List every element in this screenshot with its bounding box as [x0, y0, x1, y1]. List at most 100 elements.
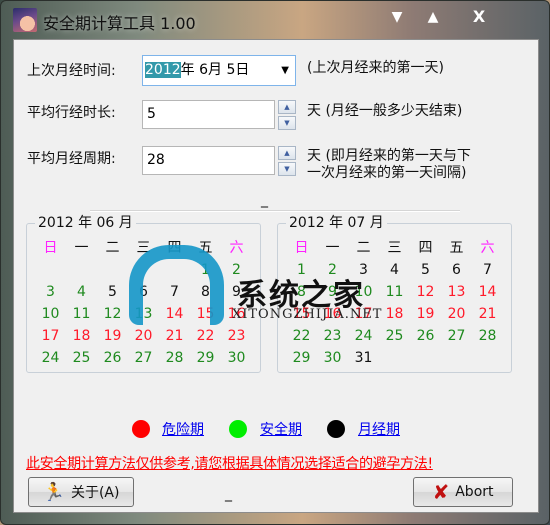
calendar-day-danger: 17	[354, 306, 373, 322]
calendar-day-safe: 23	[323, 328, 342, 344]
maximize-button[interactable]: ▲	[420, 7, 446, 27]
last-period-date-picker[interactable]: 2012年 6月 5日 ▼	[142, 55, 296, 86]
weekday-header: 四	[167, 240, 182, 256]
empty-cell	[97, 259, 128, 281]
legend-period-link[interactable]: 月经期	[358, 419, 400, 439]
abort-button-label: Abort	[455, 484, 494, 500]
spin-down-icon[interactable]: ▼	[278, 162, 296, 176]
cycle-label: 平均月经周期:	[27, 151, 116, 167]
calendar-day-safe: 1	[297, 262, 306, 278]
calendar-day-danger: 20	[447, 306, 466, 322]
calendar-day-safe: 29	[196, 350, 215, 366]
weekday-header: 四	[418, 240, 433, 256]
calendar-day-safe: 27	[447, 328, 466, 344]
calendar-day-safe: 25	[385, 328, 404, 344]
calendar-day-danger: 16	[323, 306, 342, 322]
calendar-day-safe: 2	[328, 262, 337, 278]
calendar-day-safe: 29	[292, 350, 311, 366]
weekday-header: 日	[43, 240, 58, 256]
separator	[90, 210, 460, 212]
duration-hint: 天 (月经一般多少天结束)	[307, 103, 463, 119]
calendar-day-danger: 15	[292, 306, 311, 322]
calendar-day-danger: 19	[103, 328, 122, 344]
safe-dot-icon	[229, 420, 247, 438]
legend-danger-link[interactable]: 危险期	[162, 419, 204, 439]
date-year-segment[interactable]: 2012	[145, 62, 181, 78]
weekday-header: 三	[136, 240, 151, 256]
calendar-day-safe: 13	[134, 306, 153, 322]
calendar-caption: 2012 年 07 月	[286, 212, 387, 232]
weekday-header: 五	[198, 240, 213, 256]
calendar-day-danger: 21	[478, 306, 497, 322]
spin-down-icon[interactable]: ▼	[278, 116, 296, 130]
calendar-day-safe: 2	[232, 262, 241, 278]
calendar-day-period: 7	[483, 262, 492, 278]
weekday-header: 日	[294, 240, 309, 256]
abort-button[interactable]: ✘ Abort	[413, 477, 513, 507]
calendar-grid: 日一二三四五六 1 2 3 4 5 6 7 8 9 10 11 12 13 14 15 16 17 18 19 20 21…	[27, 237, 268, 369]
last-period-label: 上次月经时间:	[27, 63, 116, 79]
empty-cell	[35, 259, 66, 281]
calendar-july: 2012 年 07 月 日一二三四五六 1 2 3 4 5 6 7 8 9 10 11 12 13 14 15…	[277, 212, 512, 373]
date-rest-segment[interactable]: 年 6月 5日	[181, 62, 250, 78]
calendar-day-period: 6	[452, 262, 461, 278]
calendar-day-safe: 11	[72, 306, 91, 322]
calendar-day-safe: 24	[354, 328, 373, 344]
calendar-day-safe: 30	[227, 350, 246, 366]
weekday-header: 六	[480, 240, 495, 256]
calendar-day-period: 9	[232, 284, 241, 300]
window-title: 安全期计算工具 1.00	[43, 14, 196, 33]
calendar-day-period: 31	[354, 350, 373, 366]
calendar-day-safe: 30	[323, 350, 342, 366]
separator-dash: _	[261, 192, 268, 208]
calendar-day-safe: 26	[103, 350, 122, 366]
duration-spinner[interactable]: ▲ ▼	[278, 100, 296, 132]
calendar-day-safe: 10	[354, 284, 373, 300]
calendar-day-safe: 27	[134, 350, 153, 366]
spin-up-icon[interactable]: ▲	[278, 146, 296, 160]
x-icon: ✘	[432, 480, 450, 504]
dropdown-arrow-icon[interactable]: ▼	[281, 56, 289, 85]
calendar-day-safe: 3	[46, 284, 55, 300]
period-dot-icon	[327, 420, 345, 438]
weekday-header: 六	[229, 240, 244, 256]
calendar-day-safe: 12	[103, 306, 122, 322]
calendar-day-safe: 8	[297, 284, 306, 300]
empty-cell	[159, 259, 190, 281]
calendar-day-danger: 23	[227, 328, 246, 344]
calendar-day-safe: 22	[292, 328, 311, 344]
cycle-hint-line2: 一次月经来的第一天间隔)	[307, 165, 467, 181]
calendar-day-danger: 19	[416, 306, 435, 322]
duration-input[interactable]: 5	[142, 100, 275, 129]
empty-cell	[128, 259, 159, 281]
calendar-day-danger: 16	[227, 306, 246, 322]
weekday-header: 一	[325, 240, 340, 256]
running-man-icon: 🏃	[42, 481, 65, 503]
calendar-day-danger: 22	[196, 328, 215, 344]
calendar-day-safe: 1	[201, 262, 210, 278]
calendar-day-period: 6	[139, 284, 148, 300]
calendar-day-period: 4	[390, 262, 399, 278]
calendar-caption: 2012 年 06 月	[35, 212, 136, 232]
empty-cell	[66, 259, 97, 281]
calendar-day-danger: 21	[165, 328, 184, 344]
legend-safe-link[interactable]: 安全期	[260, 419, 302, 439]
calendar-day-safe: 10	[41, 306, 60, 322]
calendar-day-danger: 13	[447, 284, 466, 300]
close-button[interactable]: X	[466, 7, 492, 27]
disclaimer-link[interactable]: 此安全期计算方法仅供参考,请您根据具体情况选择适合的避孕方法!	[26, 453, 433, 473]
calendar-day-period: 5	[421, 262, 430, 278]
weekday-header: 一	[74, 240, 89, 256]
spin-up-icon[interactable]: ▲	[278, 100, 296, 114]
title-bar[interactable]: 安全期计算工具 1.00 ▼ ▲ X	[1, 1, 549, 39]
cycle-hint-line1: 天 (即月经来的第一天与下	[307, 148, 471, 164]
calendar-day-safe: 28	[165, 350, 184, 366]
app-window: 安全期计算工具 1.00 ▼ ▲ X 上次月经时间: 2012年 6月 5日 ▼…	[0, 0, 550, 525]
calendar-day-danger: 18	[72, 328, 91, 344]
cycle-spinner[interactable]: ▲ ▼	[278, 146, 296, 178]
client-area: 上次月经时间: 2012年 6月 5日 ▼ (上次月经来的第一天) 平均行经时长…	[13, 39, 539, 513]
cycle-input[interactable]: 28	[142, 146, 275, 175]
calendar-june: 2012 年 06 月 日一二三四五六 1 2 3 4 5 6 7 8 9 10 11 12 13 14 15…	[26, 212, 261, 373]
about-button[interactable]: 🏃 关于(A)	[28, 477, 134, 507]
minimize-button[interactable]: ▼	[384, 7, 410, 27]
